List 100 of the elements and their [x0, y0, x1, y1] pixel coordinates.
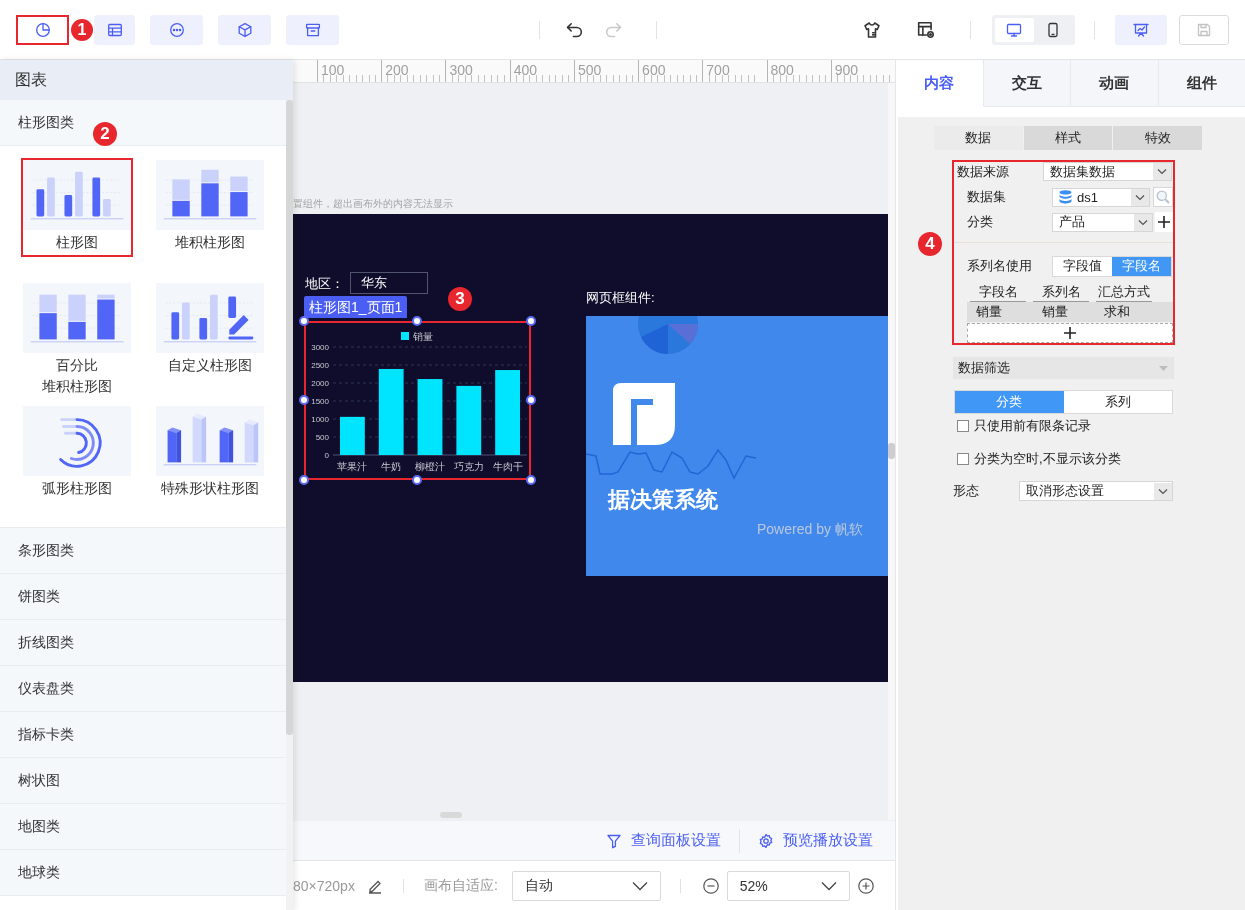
- ruler-label: 900: [834, 62, 859, 78]
- resize-handle[interactable]: [412, 316, 422, 326]
- panel-title: 图表: [0, 60, 293, 100]
- table-tool-button[interactable]: [94, 14, 135, 45]
- chart-type-option[interactable]: 自定义柱形图: [154, 281, 266, 380]
- category-header[interactable]: 仪表盘类: [0, 666, 286, 712]
- chart-type-option[interactable]: 柱形图: [21, 158, 133, 257]
- resize-handle[interactable]: [526, 475, 536, 485]
- category-header[interactable]: 树状图: [0, 758, 286, 804]
- pie-chart-icon: [34, 21, 51, 38]
- option-label: 特殊形状柱形图: [161, 479, 259, 498]
- archive-box-icon: [304, 21, 321, 38]
- chart-tool-button[interactable]: [16, 14, 69, 45]
- funnel-icon: [606, 832, 622, 849]
- chevron-down-icon: [1131, 188, 1149, 206]
- query-settings-button[interactable]: 查询面板设置: [606, 831, 721, 850]
- fit-label: 画布自适应:: [423, 876, 498, 895]
- cube-icon: [236, 21, 253, 38]
- select-field[interactable]: 取消形态设置: [1019, 481, 1173, 501]
- select-field[interactable]: 产品: [1052, 212, 1153, 232]
- resize-handle[interactable]: [526, 316, 536, 326]
- scrollbar-thumb[interactable]: [888, 443, 895, 459]
- webpage-title: 据决策系统: [608, 486, 718, 514]
- resize-handle[interactable]: [299, 395, 309, 405]
- ellipsis-circle-icon: [168, 21, 185, 38]
- sub-tab[interactable]: 数据: [934, 126, 1023, 150]
- fit-select[interactable]: 自动: [511, 870, 661, 901]
- chevron-down-icon: [1154, 482, 1172, 500]
- gear-icon: [758, 832, 774, 849]
- ruler-label: 700: [706, 62, 730, 78]
- minus-circle-icon[interactable]: [702, 877, 719, 894]
- field-label: 数据集: [966, 188, 1007, 206]
- select-field[interactable]: 数据集数据: [1043, 162, 1172, 181]
- field-label: 系列名使用: [966, 257, 1033, 275]
- preview-settings-button[interactable]: 预览播放设置: [758, 831, 873, 850]
- cube-tool-button[interactable]: [218, 14, 271, 45]
- table-gear-icon: [917, 20, 935, 39]
- pie-chart-drawing: [638, 316, 698, 354]
- panel-tab[interactable]: 组件: [1158, 60, 1245, 107]
- scrollbar-thumb[interactable]: [440, 812, 462, 818]
- checkbox[interactable]: [957, 453, 969, 465]
- plus-icon: [1064, 327, 1076, 339]
- panel-tab[interactable]: 交互: [983, 60, 1071, 107]
- category-header[interactable]: 条形图类: [0, 528, 286, 574]
- sub-tab[interactable]: 特效: [1113, 126, 1202, 150]
- callout-badge: 1: [71, 18, 93, 41]
- logo-icon: [613, 383, 675, 445]
- bar: [456, 385, 482, 455]
- checkbox[interactable]: [957, 420, 969, 432]
- database-icon: [1059, 190, 1072, 204]
- arc-bars-icon: [23, 406, 131, 476]
- chart-type-option[interactable]: 弧形柱形图: [21, 404, 133, 503]
- y-axis-label: 1000: [311, 415, 329, 424]
- panel-tab[interactable]: 动画: [1071, 60, 1159, 107]
- zoom-select[interactable]: 52%: [726, 870, 850, 901]
- scrollbar-thumb[interactable]: [286, 100, 293, 735]
- y-axis-label: 3000: [311, 343, 329, 352]
- add-button[interactable]: [1155, 212, 1173, 232]
- category-header[interactable]: 饼图类: [0, 574, 286, 620]
- y-axis-label: 2000: [311, 379, 329, 388]
- filter-input[interactable]: 华东: [350, 272, 428, 294]
- ruler-label: 300: [449, 62, 473, 78]
- category-header[interactable]: 地图类: [0, 804, 286, 850]
- chart-type-option[interactable]: 百分比 堆积柱形图: [21, 281, 133, 401]
- x-axis-label: 柳橙汁: [415, 461, 445, 472]
- field-label: 分类: [966, 213, 994, 231]
- chevron-down-icon: [1153, 163, 1171, 180]
- chart-type-option[interactable]: 堆积柱形图: [154, 158, 266, 257]
- y-axis-label: 500: [315, 433, 329, 442]
- desktop-view-button[interactable]: [995, 17, 1034, 42]
- monitor-icon: [1006, 21, 1023, 38]
- category-header[interactable]: 地球类: [0, 850, 286, 896]
- archive-tool-button[interactable]: [286, 14, 339, 45]
- chart-widget[interactable]: 0 500 1000 1500 2000 2500 3000 苹果汁 牛奶 柳橙汁 巧克力 牛肉干 销量: [304, 321, 531, 480]
- component-name-tag: 柱形图1_页面1: [304, 296, 408, 318]
- chart-type-option[interactable]: 特殊形状柱形图: [154, 404, 266, 503]
- ruler-label: 600: [642, 62, 666, 78]
- resize-handle[interactable]: [412, 475, 422, 485]
- x-axis-label: 牛奶: [381, 461, 402, 472]
- frame-label: 网页框组件:: [586, 290, 655, 306]
- ruler-label: 100: [321, 62, 345, 78]
- shirt-icon: [863, 20, 881, 39]
- presentation-icon: [1133, 21, 1149, 38]
- resize-handle[interactable]: [299, 316, 309, 326]
- section-header[interactable]: 数据筛选: [953, 357, 1174, 379]
- preview-button[interactable]: [1115, 14, 1167, 45]
- resize-handle[interactable]: [526, 395, 536, 405]
- sub-tab[interactable]: 样式: [1023, 126, 1113, 150]
- powered-by-text: Powered by 帆软: [757, 520, 863, 538]
- ruler-label: 200: [385, 62, 409, 78]
- plus-icon: [1158, 216, 1170, 228]
- category-header[interactable]: 折线图类: [0, 620, 286, 666]
- select-field[interactable]: ds1: [1052, 187, 1150, 207]
- callout-badge: 3: [448, 287, 472, 311]
- category-header[interactable]: 指标卡类: [0, 712, 286, 758]
- more-tool-button[interactable]: [150, 14, 203, 45]
- plus-circle-icon[interactable]: [857, 877, 874, 894]
- caret-down-icon: [1159, 365, 1168, 371]
- bar-chart-pencil-icon: [156, 283, 264, 353]
- resize-handle[interactable]: [299, 475, 309, 485]
